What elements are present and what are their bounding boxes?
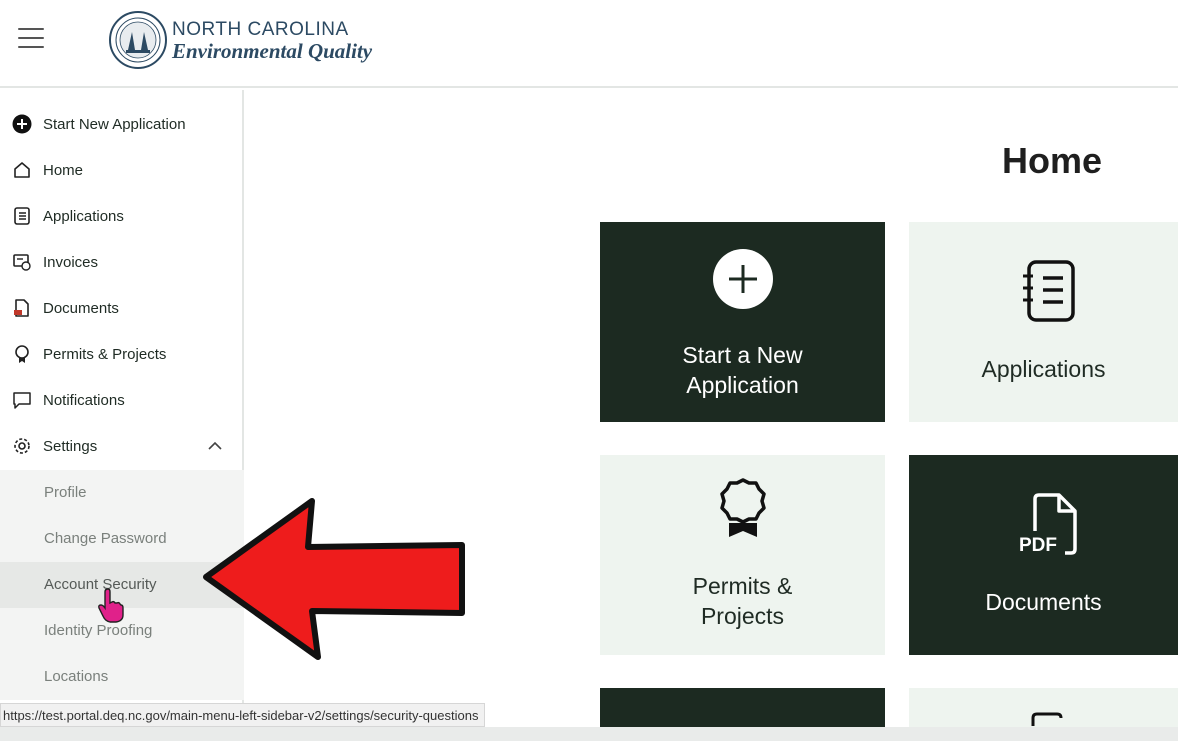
settings-sub-label: Change Password: [44, 530, 167, 547]
stack-icon: [1031, 712, 1063, 726]
gear-icon: [14, 438, 30, 454]
chevron-up-icon[interactable]: [206, 437, 224, 455]
hand-cursor-icon: [98, 588, 124, 623]
sidebar-item-label: Home: [43, 161, 84, 179]
tile-start-new-application[interactable]: Start a New Application: [600, 222, 885, 422]
hamburger-icon[interactable]: [18, 28, 44, 50]
brand-bottom-text: Environmental Quality: [172, 39, 373, 63]
invoice-icon: [13, 254, 31, 271]
tile-label: Projects: [700, 603, 785, 629]
sidebar-item-applications[interactable]: Applications: [0, 193, 244, 239]
sidebar-item-notifications[interactable]: Notifications: [0, 377, 244, 423]
tile-label: Applications: [981, 356, 1106, 382]
settings-sub-label: Identity Proofing: [44, 622, 153, 639]
tile-label: Application: [686, 372, 799, 398]
sidebar-item-label: Documents: [43, 299, 119, 317]
pdf-document-icon: PDF: [1019, 493, 1077, 556]
tile-partial-right[interactable]: [909, 688, 1178, 728]
list-notebook-icon: [14, 207, 30, 225]
speech-bubble-icon: [13, 392, 31, 409]
sidebar-item-label: Notifications: [43, 391, 125, 409]
home-icon: [14, 162, 30, 178]
sidebar-item-label: Start New Application: [43, 115, 186, 133]
settings-sub-label: Profile: [44, 484, 87, 501]
svg-text:PDF: PDF: [1019, 535, 1057, 556]
tile-label: Start a New: [682, 342, 803, 368]
sidebar-item-home[interactable]: Home: [0, 147, 244, 193]
pdf-document-icon: [14, 299, 29, 317]
tile-permits-projects[interactable]: Permits & Projects: [600, 455, 885, 655]
plus-circle-icon: [713, 249, 773, 309]
tile-applications[interactable]: Applications: [909, 222, 1178, 422]
sidebar-item-label: Applications: [43, 207, 124, 225]
sidebar-item-settings[interactable]: Settings: [0, 423, 244, 469]
award-ribbon-icon: [15, 345, 29, 363]
page-title: Home: [1002, 140, 1103, 181]
plus-circle-icon: [12, 114, 32, 134]
status-bar-url: https://test.portal.deq.nc.gov/main-menu…: [0, 703, 486, 727]
settings-sub-label: Locations: [44, 668, 109, 685]
sidebar-item-label: Permits & Projects: [43, 345, 167, 363]
tile-partial-left[interactable]: [600, 688, 885, 728]
sidebar-item-label: Settings: [43, 437, 98, 455]
sidebar-item-label: Invoices: [43, 253, 99, 271]
list-notebook-icon: [1023, 260, 1075, 322]
bottom-strip: [0, 727, 1178, 741]
sidebar-item-start-new-application[interactable]: Start New Application: [0, 101, 244, 147]
nc-state-seal-icon[interactable]: [108, 10, 168, 70]
top-header: NORTH CAROLINA Environmental Quality: [0, 0, 1178, 88]
sidebar-item-invoices[interactable]: Invoices: [0, 239, 244, 285]
brand-title[interactable]: NORTH CAROLINA Environmental Quality: [172, 19, 373, 63]
sidebar-item-documents[interactable]: Documents: [0, 285, 244, 331]
tile-documents[interactable]: PDF Documents: [909, 455, 1178, 655]
sidebar-item-permits-projects[interactable]: Permits & Projects: [0, 331, 244, 377]
tile-label: Permits &: [692, 573, 793, 599]
brand-top-text: NORTH CAROLINA: [172, 19, 349, 40]
award-ribbon-icon: [720, 478, 766, 537]
annotation-arrow-icon: [203, 498, 465, 660]
tile-label: Documents: [985, 589, 1102, 615]
